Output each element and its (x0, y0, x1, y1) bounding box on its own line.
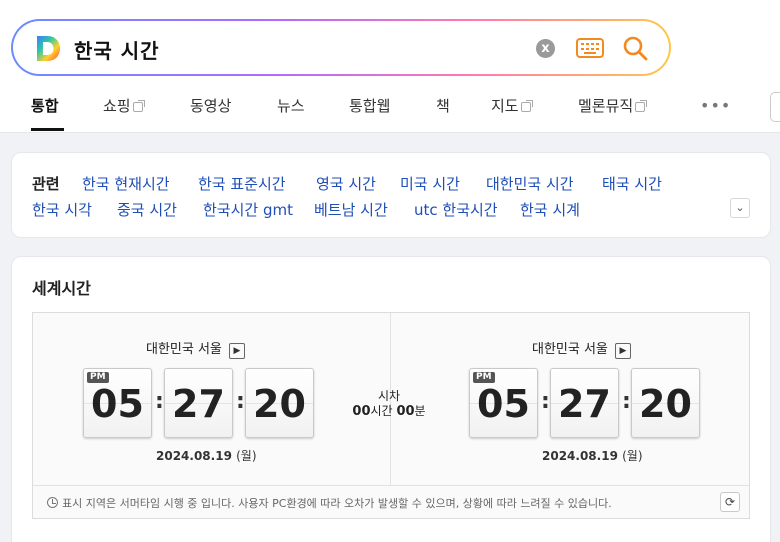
search-bar: 한국 시간 x (11, 19, 671, 76)
tab-label: 멜론뮤직 (578, 97, 634, 115)
clear-search-icon[interactable]: x (536, 39, 555, 58)
diff-hours: 00 (352, 404, 371, 419)
left-hour-display: PM 05 (83, 368, 152, 438)
search-tabs: 통합 쇼핑 동영상 뉴스 통합웹 책 지도 멜론뮤직 ••• (0, 92, 780, 132)
tab-scroll-button[interactable] (770, 92, 780, 122)
time-colon: : (236, 389, 245, 414)
keyboard-icon[interactable] (576, 38, 604, 58)
notice-text: 표시 지역은 서머타임 시행 중 입니다. 사용자 PC환경에 따라 오차가 발… (62, 497, 612, 510)
notice-divider (33, 485, 749, 486)
ampm-badge: PM (87, 372, 109, 383)
right-date: 2024.08.19 (월) (542, 447, 643, 464)
day-of-week: (월) (622, 449, 643, 463)
daum-logo-icon[interactable] (35, 35, 61, 62)
related-label: 관련 (32, 175, 60, 193)
related-link[interactable]: 중국 시간 (117, 199, 177, 220)
city-select-arrow-icon[interactable]: ▶ (228, 343, 245, 359)
related-link[interactable]: 한국 현재시간 (82, 173, 170, 194)
ampm-badge: PM (473, 372, 495, 383)
time-colon: : (541, 389, 550, 414)
related-link[interactable]: 미국 시간 (400, 173, 460, 194)
refresh-icon[interactable]: ⟳ (720, 492, 740, 512)
related-link[interactable]: 한국 표준시간 (198, 173, 286, 194)
more-tabs-icon[interactable]: ••• (700, 96, 731, 115)
summer-time-notice: 표시 지역은 서머타임 시행 중 입니다. 사용자 PC환경에 따라 오차가 발… (47, 495, 612, 511)
hour-value: 05 (91, 382, 144, 426)
external-link-icon (520, 100, 533, 112)
city-select-arrow-icon[interactable]: ▶ (614, 343, 631, 359)
header: 한국 시간 x 통합 쇼핑 동영상 뉴스 통합웹 책 지도 멜론뮤직 ••• (0, 0, 780, 133)
tab-label: 쇼핑 (103, 97, 131, 115)
date-value: 2024.08.19 (542, 449, 618, 463)
left-second-display: 20 (245, 368, 314, 438)
city-name: 대한민국 서울 (532, 342, 608, 357)
related-searches-card: 관련 한국 현재시간 한국 표준시간 영국 시간 미국 시간 대한민국 시간 태… (11, 152, 771, 238)
tab-video[interactable]: 동영상 (190, 95, 231, 116)
related-link[interactable]: 영국 시간 (316, 173, 376, 194)
left-minute-display: 27 (164, 368, 233, 438)
tab-label: 지도 (491, 97, 519, 115)
tab-map[interactable]: 지도 (491, 95, 533, 116)
tab-books[interactable]: 책 (436, 95, 450, 116)
related-link[interactable]: utc 한국시간 (414, 199, 498, 220)
related-link[interactable]: 대한민국 시간 (486, 173, 574, 194)
left-city-selector[interactable]: 대한민국 서울 ▶ (146, 338, 245, 359)
external-link-icon (635, 100, 648, 112)
related-link[interactable]: 베트남 시간 (314, 199, 388, 220)
diff-hours-unit: 시간 (370, 404, 393, 418)
related-link[interactable]: 태국 시간 (602, 173, 662, 194)
related-link[interactable]: 한국 시각 (32, 199, 92, 220)
related-link[interactable]: 한국 시계 (520, 199, 580, 220)
external-link-icon (132, 100, 145, 112)
active-tab-indicator (31, 128, 64, 131)
hour-value: 05 (477, 382, 530, 426)
right-city-selector[interactable]: 대한민국 서울 ▶ (532, 338, 631, 359)
time-diff-label: 시차 (377, 389, 401, 403)
diff-minutes: 00 (396, 404, 415, 419)
search-box[interactable]: 한국 시간 x (13, 21, 669, 74)
clock-icon (47, 497, 58, 508)
diff-minutes-unit: 분 (414, 404, 426, 418)
right-hour-display: PM 05 (469, 368, 538, 438)
search-icon[interactable] (622, 35, 648, 61)
date-value: 2024.08.19 (156, 449, 232, 463)
world-time-card: 세계시간 대한민국 서울 ▶ PM 05 : 27 : 20 2024.08.19 … (11, 256, 771, 542)
right-second-display: 20 (631, 368, 700, 438)
left-date: 2024.08.19 (월) (156, 447, 257, 464)
related-link[interactable]: 한국시간 gmt (203, 199, 293, 220)
right-minute-display: 27 (550, 368, 619, 438)
time-colon: : (622, 389, 631, 414)
time-difference: 시차 00시간 00분 (349, 389, 429, 419)
tab-shopping[interactable]: 쇼핑 (103, 95, 145, 116)
tab-web[interactable]: 통합웹 (349, 95, 390, 116)
day-of-week: (월) (236, 449, 257, 463)
tab-melon-music[interactable]: 멜론뮤직 (578, 95, 648, 116)
clock-panel: 대한민국 서울 ▶ PM 05 : 27 : 20 2024.08.19 (월) 시… (32, 312, 750, 519)
search-input[interactable]: 한국 시간 (74, 35, 160, 64)
time-colon: : (155, 389, 164, 414)
world-time-title: 세계시간 (32, 279, 91, 298)
tab-all[interactable]: 통합 (31, 95, 59, 116)
city-name: 대한민국 서울 (146, 342, 222, 357)
tab-news[interactable]: 뉴스 (277, 95, 305, 116)
expand-related-chevron-icon[interactable]: ⌄ (730, 198, 750, 218)
